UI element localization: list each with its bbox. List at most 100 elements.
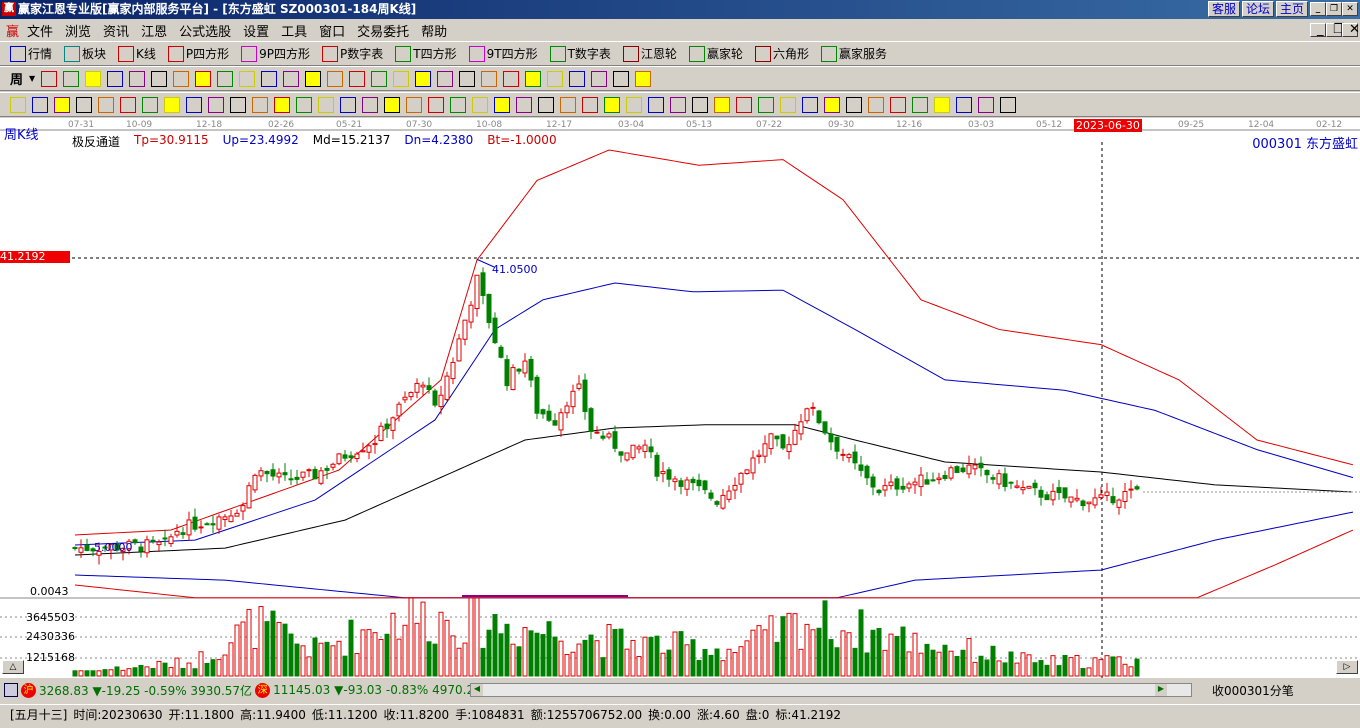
toolbar-service-button[interactable]: 赢家服务 (820, 45, 887, 62)
menu-tools[interactable]: 工具 (275, 21, 313, 40)
tool-64-icon[interactable] (758, 96, 774, 113)
chevron-down-icon[interactable]: ▼ (29, 74, 35, 83)
tool-40-icon[interactable] (230, 96, 246, 113)
tool-57-icon[interactable] (604, 96, 620, 113)
tool-62-icon[interactable] (714, 96, 730, 113)
tool-71-icon[interactable] (912, 96, 928, 113)
tick-detail-link[interactable]: 收000301分笔 (1212, 682, 1294, 699)
tool-11-icon[interactable] (283, 70, 300, 87)
close-button[interactable]: ✕ (1342, 2, 1358, 16)
scroll-left-arrow[interactable]: ◀ (471, 684, 483, 696)
tool-5-icon[interactable] (151, 70, 168, 87)
tool-2-icon[interactable] (85, 70, 102, 87)
tool-67-icon[interactable] (824, 96, 840, 113)
toolbar-p9-button[interactable]: 9P四方形 (241, 45, 310, 62)
tool-63-icon[interactable] (736, 96, 752, 113)
tool-13-icon[interactable] (327, 70, 344, 87)
tool-18-icon[interactable] (437, 70, 454, 87)
toolbar-hexagon-button[interactable]: 六角形 (754, 45, 809, 62)
toolbar-grid-button[interactable]: 行情 (10, 45, 52, 62)
tool-55-icon[interactable] (560, 96, 576, 113)
tool-23-icon[interactable] (547, 70, 564, 87)
toolbar-gann-wheel-button[interactable]: 江恩轮 (622, 45, 677, 62)
tool-59-icon[interactable] (648, 96, 664, 113)
tool-7-icon[interactable] (195, 70, 212, 87)
tool-50-icon[interactable] (450, 96, 466, 113)
menu-settings[interactable]: 设置 (237, 21, 275, 40)
tool-33-icon[interactable] (76, 96, 92, 113)
menu-trade[interactable]: 交易委托 (351, 21, 415, 40)
tool-4-icon[interactable] (129, 70, 146, 87)
tool-21-icon[interactable] (503, 70, 520, 87)
tool-51-icon[interactable] (472, 96, 488, 113)
menu-formula[interactable]: 公式选股 (173, 21, 237, 40)
home-button[interactable]: 主页 (1276, 1, 1309, 17)
tool-16-icon[interactable] (393, 70, 410, 87)
child-minimize-button[interactable]: _ (1310, 23, 1326, 37)
tool-31-icon[interactable] (32, 96, 48, 113)
tool-46-icon[interactable] (362, 96, 378, 113)
scroll-up-button[interactable]: △ (2, 660, 24, 674)
tool-8-icon[interactable] (217, 70, 234, 87)
tool-42-icon[interactable] (274, 96, 290, 113)
tool-32-icon[interactable] (54, 96, 70, 113)
tool-49-icon[interactable] (428, 96, 444, 113)
tool-53-icon[interactable] (516, 96, 532, 113)
tool-37-icon[interactable] (164, 96, 180, 113)
toolbar-ts-button[interactable]: T四方形 (395, 45, 457, 62)
tool-48-icon[interactable] (406, 96, 422, 113)
menu-file[interactable]: 文件 (21, 21, 59, 40)
calendar-icon[interactable] (4, 683, 18, 697)
tool-58-icon[interactable] (626, 96, 642, 113)
tool-20-icon[interactable] (481, 70, 498, 87)
child-close-button[interactable]: ✕ (1342, 23, 1360, 37)
tool-26-icon[interactable] (613, 70, 630, 87)
tool-60-icon[interactable] (670, 96, 686, 113)
scroll-right-arrow[interactable]: ▶ (1155, 684, 1167, 696)
minimize-button[interactable]: _ (1310, 2, 1326, 16)
tool-36-icon[interactable] (142, 96, 158, 113)
tool-74-icon[interactable] (978, 96, 994, 113)
menu-help[interactable]: 帮助 (415, 21, 453, 40)
tool-65-icon[interactable] (780, 96, 796, 113)
tool-30-icon[interactable] (10, 96, 26, 113)
tool-3-icon[interactable] (107, 70, 124, 87)
service-button[interactable]: 客服 (1208, 1, 1241, 17)
child-restore-button[interactable]: ❐ (1326, 23, 1345, 37)
menu-gann[interactable]: 江恩 (135, 21, 173, 40)
tool-61-icon[interactable] (692, 96, 708, 113)
toolbar-pn-button[interactable]: P数字表 (322, 45, 383, 62)
toolbar-ps-button[interactable]: P四方形 (167, 45, 229, 62)
tool-47-icon[interactable] (384, 96, 400, 113)
tool-6-icon[interactable] (173, 70, 190, 87)
tool-34-icon[interactable] (98, 96, 114, 113)
tool-41-icon[interactable] (252, 96, 268, 113)
tool-10-icon[interactable] (261, 70, 278, 87)
tool-15-icon[interactable] (371, 70, 388, 87)
toolbar-winner-wheel-button[interactable]: 赢家轮 (688, 45, 743, 62)
tool-56-icon[interactable] (582, 96, 598, 113)
tool-69-icon[interactable] (868, 96, 884, 113)
tool-54-icon[interactable] (538, 96, 554, 113)
tool-66-icon[interactable] (802, 96, 818, 113)
toolbar-kline-button[interactable]: K线 (118, 45, 156, 62)
tool-73-icon[interactable] (956, 96, 972, 113)
tool-72-icon[interactable] (934, 96, 950, 113)
tool-45-icon[interactable] (340, 96, 356, 113)
tool-25-icon[interactable] (591, 70, 608, 87)
toolbar-blocks-button[interactable]: 板块 (64, 45, 106, 62)
toolbar-tn-button[interactable]: T数字表 (549, 45, 611, 62)
period-select[interactable]: 周 (10, 69, 23, 88)
tool-35-icon[interactable] (120, 96, 136, 113)
tool-44-icon[interactable] (318, 96, 334, 113)
scroll-right-button[interactable]: ▷ (1336, 660, 1358, 674)
restore-button[interactable]: ❐ (1326, 2, 1342, 16)
tool-17-icon[interactable] (415, 70, 432, 87)
tool-9-icon[interactable] (239, 70, 256, 87)
tool-1-icon[interactable] (63, 70, 80, 87)
tool-75-icon[interactable] (1000, 96, 1016, 113)
chart-area[interactable]: 周K线 极反通道 Tp=30.9115 Up=23.4992 Md=15.213… (0, 118, 1360, 678)
tool-52-icon[interactable] (494, 96, 510, 113)
tool-22-icon[interactable] (525, 70, 542, 87)
menu-browse[interactable]: 浏览 (59, 21, 97, 40)
